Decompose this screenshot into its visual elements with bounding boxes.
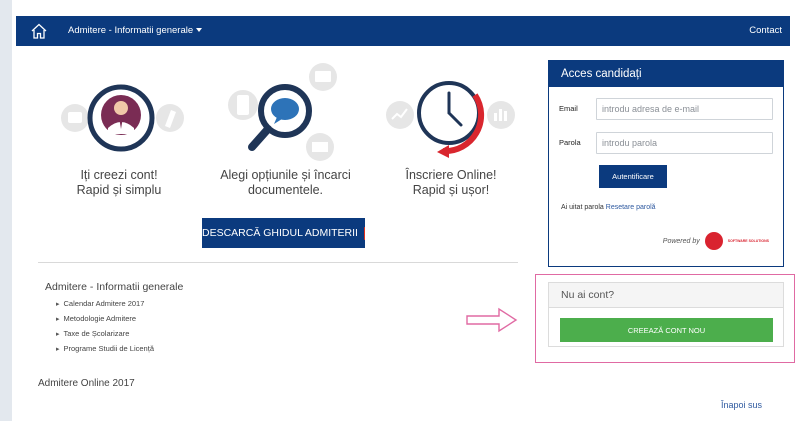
admission-info-dropdown[interactable]: Admitere - Informatii generale (68, 25, 203, 36)
feature-online-registration: Înscriere Online! Rapid și ușor! (376, 168, 526, 198)
register-panel: Nu ai cont? CREEAZĂ CONT NOU (548, 282, 784, 347)
reset-password-link[interactable]: Resetare parolă (606, 204, 656, 211)
create-account-button[interactable]: CREEAZĂ CONT NOU (560, 318, 773, 342)
download-guide-label: DESCARCĂ GHIDUL ADMITERII (202, 227, 358, 239)
info-section-title: Admitere - Informatii generale (45, 281, 184, 293)
divider (38, 262, 518, 263)
email-label: Email (559, 104, 578, 113)
powered-by: Powered by SOFTWARE SOLUTIONS (663, 232, 769, 250)
info-link[interactable]: Programe Studii de Licență (56, 343, 154, 358)
user-profile-icon (61, 84, 184, 152)
feature-line: Rapid și simplu (76, 183, 162, 197)
info-link[interactable]: Metodologie Admitere (56, 313, 154, 328)
feature-line: documentele. (247, 183, 324, 197)
feature-line: Înscriere Online! (405, 168, 497, 182)
feature-line: Iți creezi cont! (80, 168, 158, 182)
powered-by-text: Powered by (662, 237, 700, 245)
info-link[interactable]: Taxe de Școlarizare (56, 328, 154, 343)
info-link[interactable]: Calendar Admitere 2017 (56, 298, 154, 313)
pdf-icon (363, 226, 375, 240)
email-field[interactable] (596, 98, 773, 120)
dropdown-label: Admitere - Informatii generale (68, 25, 194, 36)
login-button[interactable]: Autentificare (599, 165, 667, 188)
forgot-password: Ai uitat parola Resetare parolă (561, 204, 656, 211)
download-guide-button[interactable]: DESCARCĂ GHIDUL ADMITERII (202, 218, 375, 248)
magnifier-chat-icon (228, 63, 337, 161)
login-panel-title: Acces candidați (549, 61, 783, 87)
info-links-list: Calendar Admitere 2017 Metodologie Admit… (56, 298, 154, 358)
vendor-name: SOFTWARE SOLUTIONS (727, 238, 769, 243)
feature-line: Alegi opțiunile și încarci (220, 168, 351, 182)
top-navbar: Admitere - Informatii generale Contact (16, 16, 790, 46)
feature-line: Rapid și ușor! (412, 183, 490, 197)
register-panel-title: Nu ai cont? (549, 283, 783, 308)
back-to-top-link[interactable]: Înapoi sus (721, 400, 762, 410)
home-icon[interactable] (30, 22, 48, 40)
vendor-logo-icon (704, 232, 723, 250)
contact-link[interactable]: Contact (749, 25, 782, 36)
feature-create-account: Iți creezi cont! Rapid și simplu (44, 168, 194, 198)
password-label: Parola (559, 138, 581, 147)
arrow-right-icon (466, 307, 518, 333)
clock-icon (386, 81, 515, 158)
online-section-title: Admitere Online 2017 (38, 378, 135, 389)
login-panel: Acces candidați Email Parola Autentifica… (548, 60, 784, 267)
forgot-password-text: Ai uitat parola (561, 204, 604, 211)
feature-choose-options: Alegi opțiunile și încarci documentele. (209, 168, 362, 198)
caret-down-icon (196, 28, 203, 33)
password-field[interactable] (596, 132, 773, 154)
